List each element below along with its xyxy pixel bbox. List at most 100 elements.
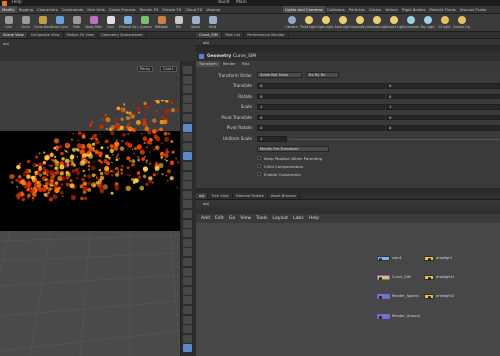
viewport-tool-button[interactable] (183, 267, 192, 276)
shelf-tab[interactable]: Constraints (60, 6, 86, 13)
viewport-tool-button[interactable] (183, 152, 192, 161)
viewport-tool-button[interactable] (183, 306, 192, 314)
modify-pre-transform-dropdown[interactable]: Modify Pre-Transform (257, 146, 329, 152)
shelf-tab[interactable]: Particle Fluids (427, 6, 457, 13)
pane-tab[interactable]: Take List (222, 32, 245, 38)
parameter-field-x[interactable]: 0 (257, 83, 385, 89)
pane-tab[interactable]: obj (196, 193, 209, 199)
shelf-tool-button[interactable]: Point Light (300, 14, 317, 31)
network-menu-item[interactable]: Tools (256, 214, 267, 223)
viewport-tool-button[interactable] (183, 258, 192, 266)
network-node[interactable] (377, 256, 390, 261)
network-node[interactable] (377, 294, 390, 299)
viewport-tool-button[interactable] (183, 75, 192, 84)
shelf-tab[interactable]: Guide Process (107, 6, 138, 13)
viewport-tool-button[interactable] (183, 344, 192, 353)
network-editor[interactable]: cam1 arealight Curve_SIM arealight1 Render_S… (196, 223, 500, 356)
viewport-tool-button[interactable] (183, 296, 192, 305)
network-node[interactable] (424, 256, 434, 261)
shelf-tab[interactable]: Vellum (383, 6, 400, 13)
viewport-tool-button[interactable] (183, 219, 192, 228)
viewport-tool-button[interactable] (183, 200, 192, 209)
shelf-tab[interactable]: Rigging (17, 6, 35, 13)
viewport-tool-button[interactable] (183, 104, 192, 113)
network-menu-item[interactable]: Edit (215, 214, 224, 223)
viewport-tool-button[interactable] (183, 162, 192, 170)
uniform-scale-slider[interactable] (289, 138, 499, 140)
shelf-tab[interactable]: Particles (347, 6, 367, 13)
viewport-tool-button[interactable] (183, 190, 192, 199)
viewport-tool-button[interactable] (183, 277, 192, 286)
shelf-tool-button[interactable]: Circle (17, 14, 34, 31)
shelf-tool-button[interactable]: GI Light (436, 14, 453, 31)
viewport-tool-button[interactable] (183, 142, 192, 151)
network-node[interactable] (377, 314, 390, 319)
viewport-tool-button[interactable] (183, 325, 192, 334)
shelf-tab[interactable]: Grains (367, 6, 383, 13)
pane-tab[interactable]: Material Palette (233, 193, 268, 199)
shelf-tool-button[interactable]: Helix (204, 14, 221, 31)
parameter-field-y[interactable]: 0 (386, 114, 500, 120)
network-node[interactable] (377, 275, 390, 280)
shelf-tool-button[interactable]: Area Light (334, 14, 351, 31)
shelf-tab[interactable]: Viscous Fluids (458, 6, 489, 13)
network-menu-item[interactable]: Add (201, 214, 210, 223)
shelf-tool-button[interactable]: Caustic Light (453, 14, 470, 31)
parameter-field-y[interactable]: 0 (386, 83, 500, 89)
viewport-tool-button[interactable] (183, 171, 192, 180)
shelf-tool-button[interactable]: Curve Bezier (34, 14, 51, 31)
shelf-tab[interactable]: Hair Utils (85, 6, 106, 13)
checkbox[interactable] (257, 172, 261, 176)
viewport-tool-button[interactable] (183, 66, 192, 74)
parameter-field-y[interactable]: 1 (386, 104, 500, 110)
viewport-tool-button[interactable] (183, 229, 192, 238)
viewport-tool-button[interactable] (183, 181, 192, 190)
shelf-tool-button[interactable]: Distant Light (385, 14, 402, 31)
uniform-scale-field[interactable]: 1 (257, 136, 287, 142)
viewport-tool-button[interactable] (183, 94, 192, 103)
viewport-tool-button[interactable] (183, 133, 192, 142)
shelf-tab[interactable]: Characters (35, 6, 60, 13)
shelf-tool-button[interactable]: Path (68, 14, 85, 31)
transform-order-dropdown[interactable]: Scale Rot Trans (257, 72, 302, 78)
shelf-tab[interactable]: Volume (204, 6, 222, 13)
pane-tab[interactable]: Performance Monitor (244, 32, 289, 38)
network-path[interactable]: obj (203, 201, 209, 206)
parameter-field-y[interactable]: 0 (386, 125, 500, 131)
parameter-field-x[interactable]: 0 (257, 125, 385, 131)
camera-menu-button[interactable]: Cam1 (160, 66, 177, 72)
parameter-field-y[interactable]: 0 (386, 93, 500, 99)
shelf-tool-button[interactable]: Volume Light (368, 14, 385, 31)
pane-tab[interactable]: Geometry Spreadsheet (98, 32, 147, 38)
network-menu-item[interactable]: Layout (272, 214, 288, 223)
pane-tab[interactable]: Composite View (28, 32, 64, 38)
shelf-tab[interactable]: Lights and Cameras (283, 6, 325, 13)
shelf-tool-button[interactable]: Geometry Light (351, 14, 368, 31)
shelf-tab[interactable]: Modify (0, 6, 17, 13)
shelf-tool-button[interactable]: Sky Light (419, 14, 436, 31)
network-node[interactable] (424, 294, 434, 299)
viewport-tool-button[interactable] (183, 334, 192, 343)
shelf-tool-button[interactable]: L-System (136, 14, 153, 31)
network-menu-item[interactable]: Help (309, 214, 319, 223)
shelf-tool-button[interactable]: Spiral (187, 14, 204, 31)
pane-tab[interactable]: Motion FX View (64, 32, 99, 38)
shelf-tab[interactable]: Collisions (325, 6, 347, 13)
pane-tab[interactable]: Curve_SIM (196, 32, 222, 38)
viewport-tool-button[interactable] (183, 123, 192, 132)
viewport-tool-button[interactable] (183, 315, 192, 324)
viewport-tool-button[interactable] (183, 248, 192, 257)
shelf-tab[interactable]: Simple FX (160, 6, 183, 13)
network-menu-item[interactable]: Go (229, 214, 235, 223)
parameter-path[interactable]: obj (203, 40, 209, 45)
shelf-tab[interactable]: Cloud FX (183, 6, 204, 13)
persp-menu-button[interactable]: Persp (137, 66, 153, 72)
rotate-order-dropdown[interactable]: Rx Ry Rz (306, 72, 339, 78)
network-menu-item[interactable]: Labs (293, 214, 304, 223)
shelf-tab[interactable]: Rigid Bodies (400, 6, 427, 13)
viewport-tool-button[interactable] (183, 286, 192, 295)
pane-tab[interactable]: Scene View (0, 32, 28, 38)
parameter-field-x[interactable]: 0 (257, 93, 385, 99)
shelf-tool-button[interactable]: Metaball (153, 14, 170, 31)
checkbox[interactable] (257, 156, 261, 160)
